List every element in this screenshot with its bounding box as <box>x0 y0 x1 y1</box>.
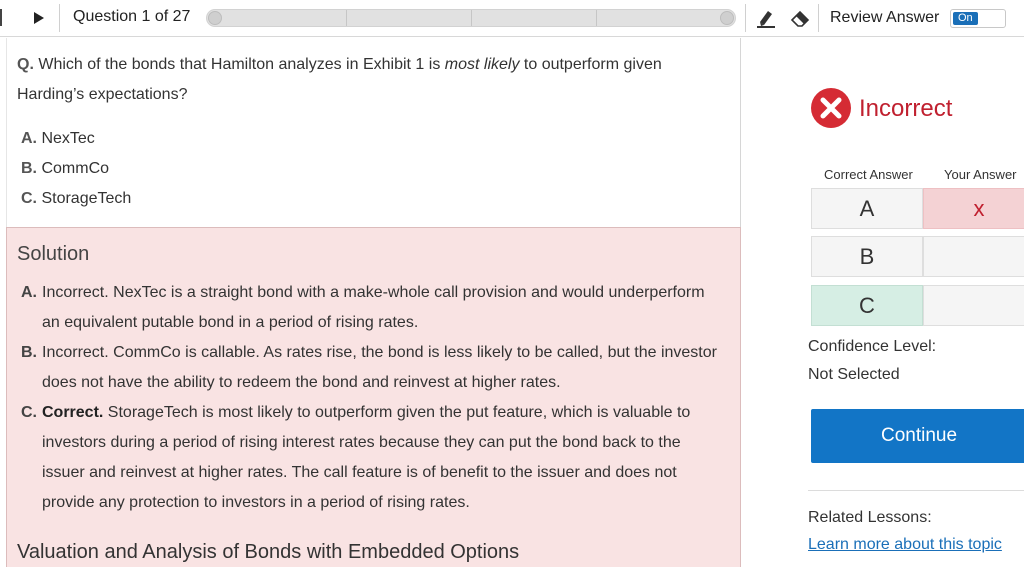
toolbar-divider <box>59 4 60 32</box>
question-counter: Question 1 of 27 <box>73 8 191 25</box>
solution-letter: A. <box>21 284 37 301</box>
play-button[interactable] <box>29 8 49 28</box>
choice-label: StorageTech <box>41 190 132 207</box>
choice-label: NexTec <box>41 130 95 147</box>
solution-item-c: C. Correct. StorageTech is most likely t… <box>21 398 726 518</box>
choice-letter: C. <box>21 190 37 207</box>
result-panel: Incorrect Correct Answer Your Answer A x… <box>742 38 1024 567</box>
result-status: Incorrect <box>859 95 953 122</box>
your-answer-a: x <box>923 188 1024 229</box>
progress-tick <box>596 10 597 26</box>
correct-answer-a: A <box>811 188 923 229</box>
progress-end-knob[interactable] <box>720 11 734 25</box>
your-answer-b <box>923 236 1024 277</box>
eraser-icon <box>790 10 810 27</box>
solution-letter: C. <box>21 404 37 421</box>
review-answer-label: Review Answer <box>830 9 940 26</box>
question-prefix: Q. <box>17 56 34 73</box>
solution-lead: Correct. <box>42 404 104 421</box>
solution-title: Solution <box>17 243 90 265</box>
solution-item-a: A. Incorrect. NexTec is a straight bond … <box>21 278 726 338</box>
correct-answer-header: Correct Answer <box>824 167 913 182</box>
question-text-before: Which of the bonds that Hamilton analyze… <box>33 56 445 73</box>
question-panel: Q. Which of the bonds that Hamilton anal… <box>6 38 741 227</box>
solution-item-b: B. Incorrect. CommCo is callable. As rat… <box>21 338 726 398</box>
correct-answer-b: B <box>811 236 923 277</box>
continue-button[interactable]: Continue <box>811 409 1024 463</box>
incorrect-x-icon <box>811 88 851 128</box>
toggle-state: On <box>953 12 978 25</box>
choice-label: CommCo <box>41 160 110 177</box>
your-answer-header: Your Answer <box>944 167 1017 182</box>
correct-answer-c: C <box>811 285 923 326</box>
choice-letter: B. <box>21 160 37 177</box>
choice-letter: A. <box>21 130 37 147</box>
highlighter-button[interactable] <box>754 7 778 29</box>
toolbar-divider <box>818 4 819 32</box>
solution-text: Incorrect. NexTec is a straight bond wit… <box>42 284 705 331</box>
divider <box>808 490 1024 491</box>
solution-letter: B. <box>21 344 37 361</box>
answer-choice-a[interactable]: A. NexTec <box>21 130 95 148</box>
your-answer-c <box>923 285 1024 326</box>
confidence-value: Not Selected <box>808 366 900 383</box>
solution-text: StorageTech is most likely to outperform… <box>42 404 691 511</box>
lesson-section-title: Valuation and Analysis of Bonds with Emb… <box>17 541 520 563</box>
progress-tick <box>346 10 347 26</box>
progress-start-knob[interactable] <box>208 11 222 25</box>
answer-choice-c[interactable]: C. StorageTech <box>21 190 131 208</box>
question-emphasis: most likely <box>444 56 520 73</box>
top-toolbar: Question 1 of 27 Review Answer On <box>0 0 1024 37</box>
highlighter-icon <box>757 11 775 28</box>
play-icon <box>34 12 44 24</box>
left-edge-divider <box>0 9 2 26</box>
solution-panel: Solution A. Incorrect. NexTec is a strai… <box>6 227 741 567</box>
question-progress-bar[interactable] <box>206 9 736 27</box>
related-lesson-link[interactable]: Learn more about this topic <box>808 536 1002 554</box>
question-text: Q. Which of the bonds that Hamilton anal… <box>17 50 717 110</box>
related-lessons-label: Related Lessons: <box>808 509 932 526</box>
progress-tick <box>471 10 472 26</box>
review-answer-toggle[interactable]: On <box>950 9 1006 28</box>
eraser-button[interactable] <box>788 7 812 29</box>
answer-choice-b[interactable]: B. CommCo <box>21 160 109 178</box>
confidence-label: Confidence Level: <box>808 338 937 355</box>
toolbar-divider <box>745 4 746 32</box>
solution-text: Incorrect. CommCo is callable. As rates … <box>42 344 717 391</box>
